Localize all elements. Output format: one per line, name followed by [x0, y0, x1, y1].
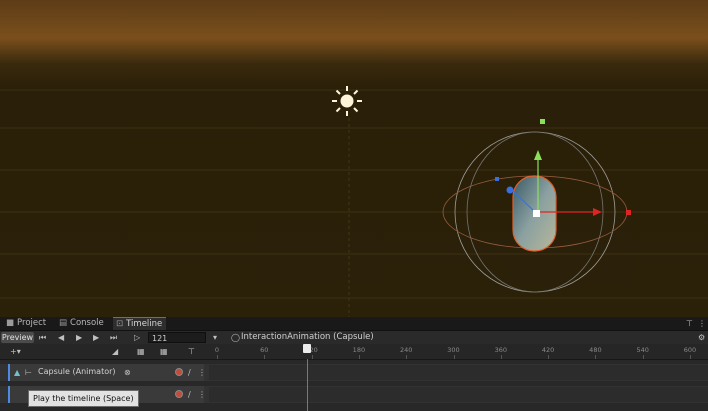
- ruler-tick-label: 60: [260, 346, 269, 354]
- asset-label: InteractionAnimation (Capsule): [241, 332, 374, 342]
- ruler-tick-label: 240: [399, 346, 413, 354]
- add-track-icon[interactable]: +▾: [10, 346, 21, 357]
- lock-icon[interactable]: ⊤: [686, 318, 693, 329]
- curves-icon[interactable]: ∕: [188, 367, 191, 378]
- curves-icon[interactable]: ∕: [188, 389, 191, 400]
- gear-icon[interactable]: ⚙: [698, 332, 705, 343]
- ruler-tick: [548, 355, 550, 359]
- sun-icon[interactable]: [332, 86, 362, 116]
- ruler-tick: [264, 355, 266, 359]
- timeline-icon: ⊡: [116, 319, 124, 329]
- track-row[interactable]: ▲ ⊢ Capsule (Animator) ⊗ ∕ ⋮: [0, 364, 708, 381]
- ruler-tick-label: 420: [541, 346, 555, 354]
- tooltip: Play the timeline (Space): [28, 390, 139, 407]
- ruler-tick-label: 600: [683, 346, 697, 354]
- target-icon[interactable]: ⊗: [124, 367, 131, 378]
- chevron-down-icon[interactable]: ▾: [213, 332, 217, 343]
- tab-console[interactable]: ▤ Console: [56, 317, 108, 330]
- console-icon: ▤: [59, 318, 68, 328]
- next-frame-icon[interactable]: ▶: [93, 332, 99, 343]
- pin-icon[interactable]: ⊤: [188, 346, 195, 357]
- tab-timeline[interactable]: ⊡ Timeline: [113, 317, 167, 330]
- folder-icon: ■: [6, 318, 15, 328]
- scene-view[interactable]: [0, 0, 708, 317]
- ruler-tick: [642, 355, 644, 359]
- last-frame-icon[interactable]: ⏭: [110, 332, 117, 343]
- record-button[interactable]: [175, 368, 183, 376]
- tab-project[interactable]: ■ Project: [3, 317, 50, 330]
- track-menu-icon[interactable]: ⋮: [198, 367, 206, 378]
- menu-icon[interactable]: ⋮: [698, 318, 706, 329]
- playhead-line: [307, 359, 308, 411]
- record-button[interactable]: [175, 390, 183, 398]
- play-range-icon[interactable]: ▷: [134, 332, 140, 343]
- track-menu-icon[interactable]: ⋮: [198, 389, 206, 400]
- track-header[interactable]: ▲ ⊢ Capsule (Animator) ⊗ ∕ ⋮: [8, 364, 206, 381]
- ruler-tick: [595, 355, 597, 359]
- playhead-handle[interactable]: [303, 344, 311, 353]
- play-icon[interactable]: ▶: [76, 332, 82, 343]
- ruler-tick-label: 480: [589, 346, 602, 354]
- binding-icon: ⊢: [25, 368, 32, 377]
- first-frame-icon[interactable]: ⏮: [39, 332, 46, 343]
- asset-icon: ◯: [231, 333, 240, 342]
- track-clip-area[interactable]: [209, 365, 708, 380]
- ruler-tick: [690, 355, 691, 359]
- markers-icon[interactable]: ▦: [160, 346, 168, 357]
- ruler-tick: [406, 355, 408, 359]
- time-ruler[interactable]: +▾ ◢ ▦ ▦ ⊤ 0 60 120 180 240 300 360 420 480 540 60…: [0, 344, 708, 360]
- frame-field[interactable]: 121: [148, 332, 206, 343]
- ruler-tick: [453, 355, 455, 359]
- ruler-tick-label: 300: [447, 346, 460, 354]
- ruler-tick-label: 540: [636, 346, 649, 354]
- track-options-icon[interactable]: ▦: [137, 346, 145, 357]
- ruler-tick: [500, 355, 502, 359]
- previous-frame-icon[interactable]: ◀: [58, 332, 64, 343]
- animator-icon: ▲: [14, 368, 21, 377]
- timeline-window: ■ Project ▤ Console ⊡ Timeline ⊤ ⋮ Preview …: [0, 317, 708, 411]
- track-label: Capsule (Animator): [38, 367, 116, 376]
- track-clip-area[interactable]: [209, 387, 708, 402]
- ruler-tick-label: 0: [214, 346, 220, 354]
- tab-bar: ■ Project ▤ Console ⊡ Timeline ⊤ ⋮: [0, 317, 708, 331]
- ruler-tick-label: 360: [494, 346, 508, 354]
- ruler-tick: [358, 355, 360, 359]
- scene-background: [0, 0, 708, 317]
- ruler-tick-label: 180: [352, 346, 366, 354]
- curve-toggle-icon[interactable]: ◢: [112, 346, 118, 357]
- timeline-toolbar: Preview ⏮ ◀ ▶ ▶ ⏭ ▷ 121 ▾ ◯ InteractionA…: [0, 331, 708, 345]
- ruler-tick: [217, 355, 218, 359]
- ruler-tick: [311, 355, 313, 359]
- preview-button[interactable]: Preview: [1, 332, 34, 343]
